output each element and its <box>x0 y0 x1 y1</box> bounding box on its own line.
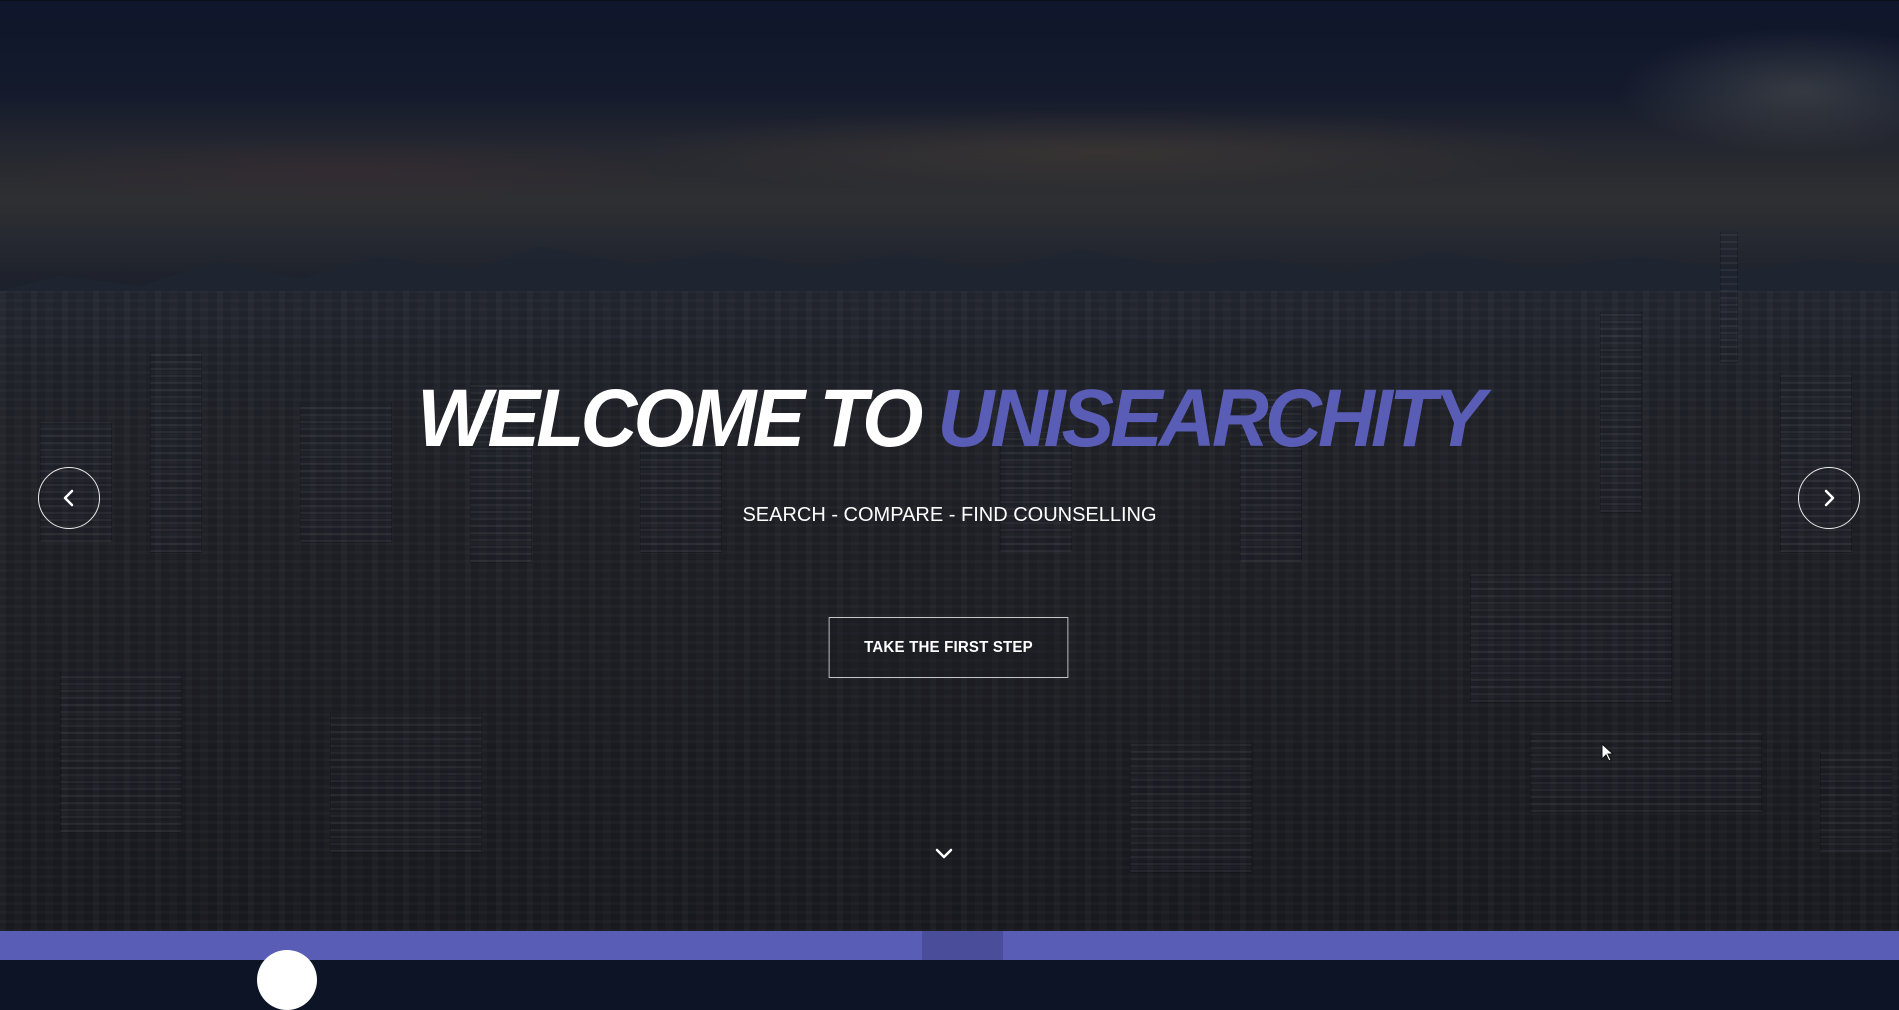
take-first-step-label: TAKE THE FIRST STEP <box>864 638 1033 656</box>
carousel-prev-button[interactable] <box>38 467 100 529</box>
chevron-down-icon <box>935 848 953 859</box>
scroll-down-button[interactable] <box>934 847 954 863</box>
hero-title-brand: UNISEARCHITY <box>937 373 1486 464</box>
section-nav-active-tab[interactable] <box>922 931 1003 960</box>
chevron-left-icon <box>63 489 74 507</box>
hero-subtitle: SEARCH - COMPARE - FIND COUNSELLING <box>742 504 1157 526</box>
hero-carousel: WELCOME TO UNISEARCHITY SEARCH - COMPARE… <box>0 0 1899 932</box>
dark-overlay <box>0 1 1899 932</box>
mouse-pointer-icon <box>1601 742 1615 768</box>
section-nav-bar <box>0 931 1899 1010</box>
chevron-right-icon <box>1824 489 1835 507</box>
take-first-step-button[interactable]: TAKE THE FIRST STEP <box>828 617 1069 678</box>
carousel-next-button[interactable] <box>1798 467 1860 529</box>
hero-title: WELCOME TO UNISEARCHITY <box>38 373 1861 465</box>
logo-circle <box>257 950 317 1010</box>
hero-title-prefix: WELCOME TO <box>417 373 938 464</box>
